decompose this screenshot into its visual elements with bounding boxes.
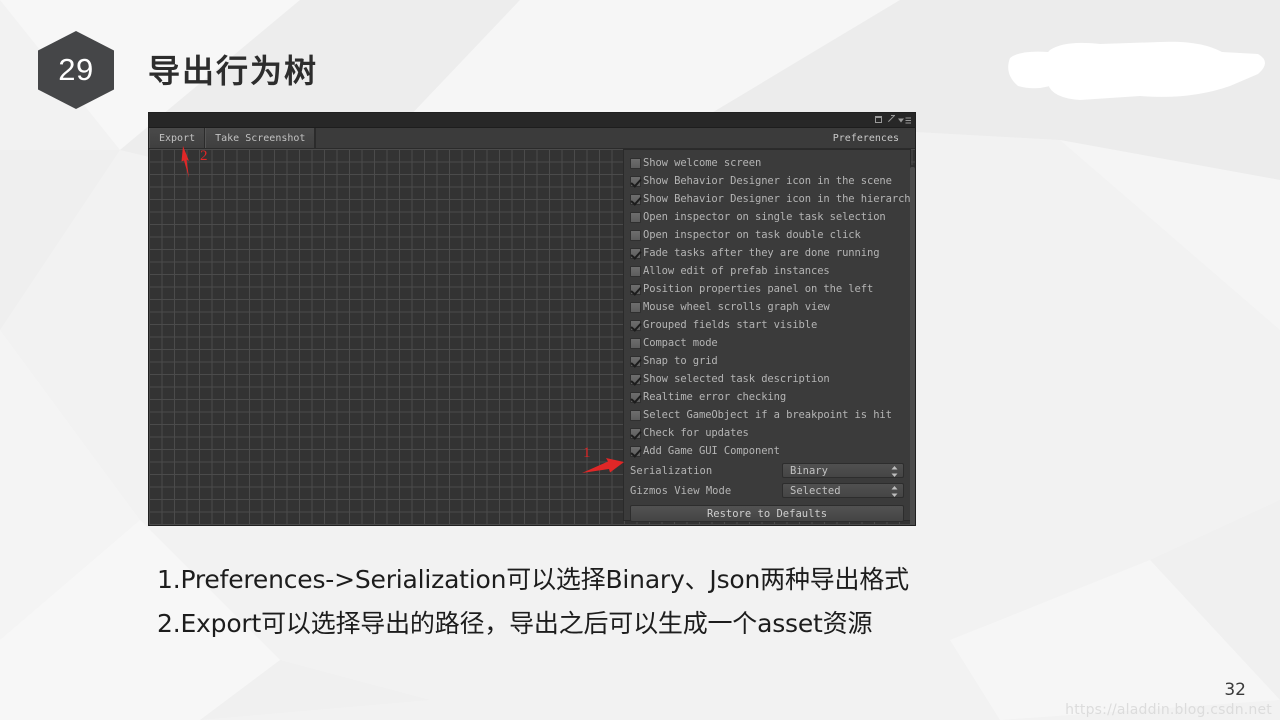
editor-titlebar	[149, 113, 915, 128]
checkbox-select-gameobject-breakpoint[interactable]	[630, 410, 641, 421]
checkbox-mouse-wheel-scroll[interactable]	[630, 302, 641, 313]
checkbox-open-inspector-single[interactable]	[630, 212, 641, 223]
slide-page-number: 32	[1224, 680, 1246, 700]
bullet-item: 1.Preferences->Serialization可以选择Binary、J…	[157, 558, 1157, 602]
pref-label: Realtime error checking	[643, 391, 786, 403]
pref-row[interactable]: Snap to grid	[630, 352, 904, 370]
pref-row[interactable]: Compact mode	[630, 334, 904, 352]
pref-label: Mouse wheel scrolls graph view	[643, 301, 830, 313]
bullet-list: 1.Preferences->Serialization可以选择Binary、J…	[157, 558, 1157, 646]
maximize-icon[interactable]	[875, 116, 882, 123]
checkbox-allow-prefab-edit[interactable]	[630, 266, 641, 277]
pref-row[interactable]: Show Behavior Designer icon in the hiera…	[630, 190, 904, 208]
pref-label: Position properties panel on the left	[643, 283, 873, 295]
pref-label: Fade tasks after they are done running	[643, 247, 879, 259]
checkbox-fade-tasks[interactable]	[630, 248, 641, 259]
pref-label: Show Behavior Designer icon in the scene	[643, 175, 892, 187]
restore-to-defaults-button[interactable]: Restore to Defaults	[630, 505, 904, 522]
window-controls[interactable]	[875, 113, 895, 125]
pref-row[interactable]: Check for updates	[630, 424, 904, 442]
pref-label: Snap to grid	[643, 355, 718, 367]
checkbox-compact-mode[interactable]	[630, 338, 641, 349]
pref-row[interactable]: Fade tasks after they are done running	[630, 244, 904, 262]
pref-label: Open inspector on task double click	[643, 229, 861, 241]
preferences-panel[interactable]: Show welcome screen Show Behavior Design…	[623, 149, 911, 521]
pref-row[interactable]: Show Behavior Designer icon in the scene	[630, 172, 904, 190]
toolbar-spacer	[315, 128, 822, 148]
pref-label: Grouped fields start visible	[643, 319, 817, 331]
bullet-item: 2.Export可以选择导出的路径，导出之后可以生成一个asset资源	[157, 602, 1157, 646]
pref-label: Show welcome screen	[643, 157, 761, 169]
checkbox-properties-left[interactable]	[630, 284, 641, 295]
pref-label: Open inspector on single task selection	[643, 211, 886, 223]
panel-menu-icon[interactable]	[898, 117, 911, 126]
take-screenshot-button[interactable]: Take Screenshot	[205, 128, 315, 148]
serialization-field[interactable]: Serialization Binary	[630, 461, 904, 480]
pref-row[interactable]: Allow edit of prefab instances	[630, 262, 904, 280]
scrollbar-thumb[interactable]	[910, 167, 915, 526]
chevron-updown-icon	[891, 466, 898, 477]
annotation-label-2: 2	[200, 148, 208, 165]
pref-row[interactable]: Realtime error checking	[630, 388, 904, 406]
unity-editor-window[interactable]: Export Take Screenshot Preferences Show …	[148, 112, 916, 526]
pref-row[interactable]: Show welcome screen	[630, 154, 904, 172]
pref-row[interactable]: Grouped fields start visible	[630, 316, 904, 334]
checkbox-show-task-description[interactable]	[630, 374, 641, 385]
serialization-label: Serialization	[630, 465, 782, 477]
checkbox-icon-in-hierarchy[interactable]	[630, 194, 641, 205]
gizmos-view-mode-field[interactable]: Gizmos View Mode Selected	[630, 481, 904, 500]
pref-row[interactable]: Show selected task description	[630, 370, 904, 388]
pref-row[interactable]: Open inspector on task double click	[630, 226, 904, 244]
checkbox-show-welcome-screen[interactable]	[630, 158, 641, 169]
pref-row[interactable]: Position properties panel on the left	[630, 280, 904, 298]
chevron-updown-icon	[891, 486, 898, 497]
slide-number-badge: 29	[38, 31, 114, 109]
pref-row[interactable]: Add Game GUI Component	[630, 442, 904, 460]
gizmos-view-mode-dropdown[interactable]: Selected	[782, 483, 904, 498]
checkbox-grouped-fields-visible[interactable]	[630, 320, 641, 331]
pref-label: Compact mode	[643, 337, 718, 349]
preferences-tab[interactable]: Preferences	[823, 128, 915, 148]
page-title: 导出行为树	[148, 46, 318, 92]
annotation-label-1: 1	[583, 445, 591, 462]
serialization-dropdown[interactable]: Binary	[782, 463, 904, 478]
vertical-scrollbar[interactable]	[910, 165, 915, 526]
gizmos-view-mode-value: Selected	[790, 485, 841, 497]
pref-label: Select GameObject if a breakpoint is hit	[643, 409, 892, 421]
gizmos-view-mode-label: Gizmos View Mode	[630, 485, 782, 497]
redacted-area	[990, 22, 1272, 108]
checkbox-open-inspector-double[interactable]	[630, 230, 641, 241]
pref-row[interactable]: Select GameObject if a breakpoint is hit	[630, 406, 904, 424]
badge-number-text: 29	[58, 54, 93, 87]
pref-label: Check for updates	[643, 427, 749, 439]
checkbox-realtime-error-checking[interactable]	[630, 392, 641, 403]
checkbox-add-game-gui-component[interactable]	[630, 446, 641, 457]
pref-label: Allow edit of prefab instances	[643, 265, 830, 277]
pref-row[interactable]: Mouse wheel scrolls graph view	[630, 298, 904, 316]
checkbox-check-for-updates[interactable]	[630, 428, 641, 439]
checkbox-snap-to-grid[interactable]	[630, 356, 641, 367]
pref-label: Show selected task description	[643, 373, 830, 385]
pref-row[interactable]: Open inspector on single task selection	[630, 208, 904, 226]
expand-icon[interactable]	[887, 115, 895, 123]
behavior-tree-graph-canvas[interactable]: Show welcome screen Show Behavior Design…	[149, 149, 915, 526]
pref-label: Add Game GUI Component	[643, 445, 780, 457]
serialization-value: Binary	[790, 465, 828, 477]
checkbox-icon-in-scene[interactable]	[630, 176, 641, 187]
pref-label: Show Behavior Designer icon in the hiera…	[643, 193, 916, 205]
editor-toolbar[interactable]: Export Take Screenshot Preferences	[149, 128, 915, 149]
watermark-text: https://aladdin.blog.csdn.net	[1065, 702, 1272, 718]
